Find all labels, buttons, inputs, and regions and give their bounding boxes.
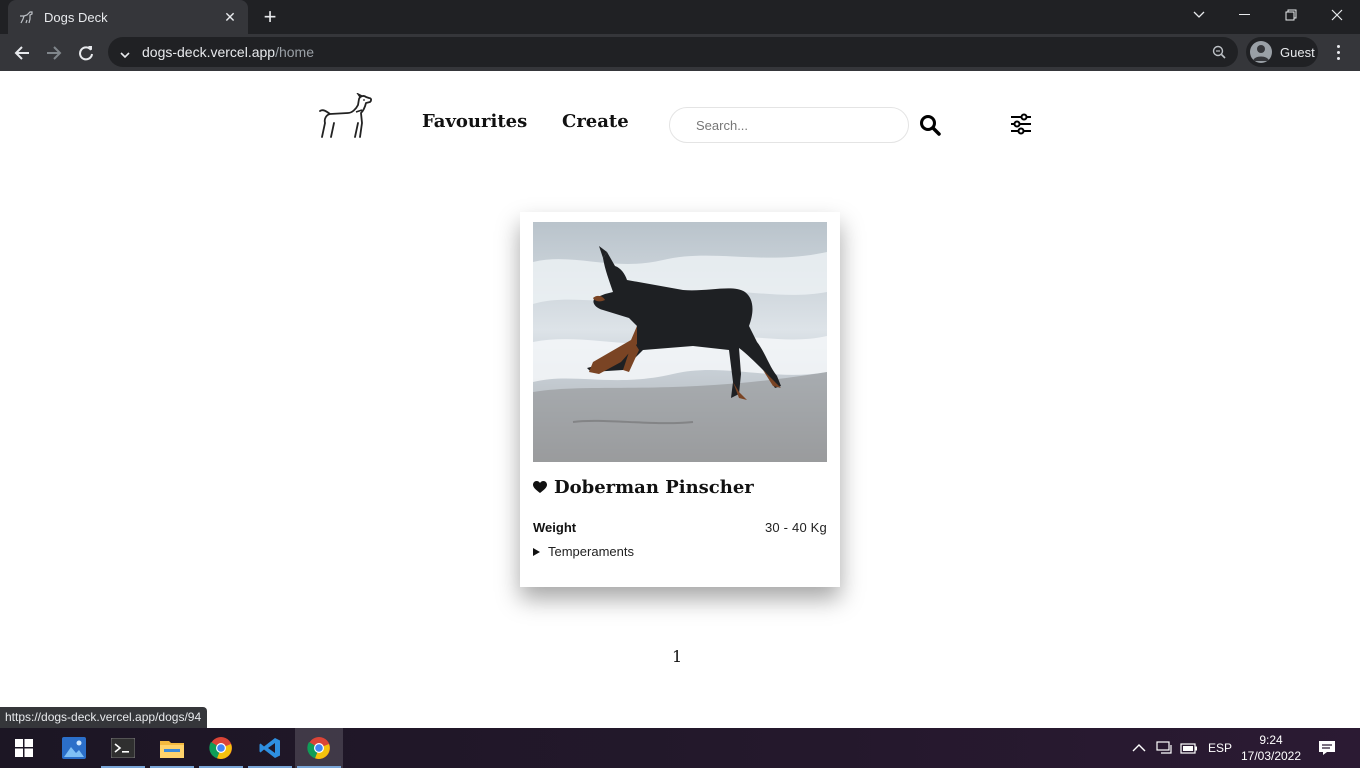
close-tab-icon[interactable]: ✕ — [222, 9, 238, 25]
tray-overflow-chevron-icon[interactable] — [1132, 728, 1146, 768]
chrome-active-window-icon[interactable] — [295, 728, 343, 768]
battery-icon[interactable] — [1180, 728, 1198, 768]
url-path: /home — [275, 44, 314, 60]
url-text: dogs-deck.vercel.app/home — [142, 44, 314, 60]
forward-arrow-icon[interactable] — [39, 38, 69, 68]
reload-icon[interactable] — [71, 38, 101, 68]
dog-card[interactable]: Doberman Pinscher Weight 30 - 40 Kg Temp… — [520, 212, 840, 587]
clock-date: 17/03/2022 — [1240, 749, 1302, 763]
nav-link-create[interactable]: Create — [562, 111, 629, 132]
pagination-page-1[interactable]: 1 — [672, 647, 682, 666]
browser-menu-icon[interactable] — [1328, 42, 1348, 62]
url-host: dogs-deck.vercel.app — [142, 44, 276, 60]
new-tab-button[interactable]: + — [258, 5, 282, 29]
browser-tab[interactable]: Dogs Deck ✕ — [8, 0, 248, 34]
tab-search-icon[interactable] — [1176, 0, 1222, 30]
zoom-icon[interactable] — [1212, 45, 1226, 64]
restore-window-icon[interactable] — [1268, 0, 1314, 30]
file-explorer-icon[interactable] — [148, 728, 196, 768]
dog-photo[interactable] — [533, 222, 827, 462]
browser-tab-bar: Dogs Deck ✕ + — [0, 0, 1360, 34]
avatar-icon — [1250, 41, 1272, 63]
browser-toolbar: dogs-deck.vercel.app/home Guest — [0, 34, 1360, 71]
notifications-icon[interactable] — [1318, 728, 1336, 768]
heart-icon[interactable] — [533, 481, 547, 494]
terminal-app-icon[interactable] — [99, 728, 147, 768]
network-icon[interactable] — [1156, 728, 1174, 768]
temperaments-label: Temperaments — [548, 544, 634, 559]
chrome-app-icon[interactable] — [197, 728, 245, 768]
filter-sliders-icon[interactable] — [1008, 111, 1034, 137]
dog-favicon-icon — [18, 9, 34, 25]
minimize-window-icon[interactable] — [1222, 0, 1268, 30]
windows-start-icon[interactable] — [0, 728, 48, 768]
weight-value: 30 - 40 Kg — [765, 520, 827, 535]
site-info-chevron-icon[interactable] — [120, 47, 130, 65]
dog-name[interactable]: Doberman Pinscher — [554, 477, 754, 498]
vscode-app-icon[interactable] — [246, 728, 294, 768]
weight-label: Weight — [533, 520, 577, 535]
link-status-bar: https://dogs-deck.vercel.app/dogs/94 — [0, 707, 208, 728]
system-clock[interactable]: 9:24 17/03/2022 — [1238, 732, 1304, 764]
back-arrow-icon[interactable] — [7, 38, 37, 68]
dog-logo-icon[interactable] — [318, 92, 374, 141]
temperaments-toggle[interactable]: Temperaments — [533, 544, 634, 559]
profile-label: Guest — [1280, 44, 1315, 60]
profile-button[interactable]: Guest — [1246, 37, 1318, 67]
disclosure-triangle-icon — [533, 547, 540, 556]
photos-app-icon[interactable] — [50, 728, 98, 768]
close-window-icon[interactable] — [1314, 0, 1360, 30]
page-content: Favourites Create Search... Doberman Pin… — [0, 71, 1360, 728]
dog-card-title: Doberman Pinscher — [533, 477, 754, 498]
clock-time: 9:24 — [1259, 733, 1283, 747]
os-taskbar: ESP 9:24 17/03/2022 — [0, 728, 1360, 768]
address-bar[interactable]: dogs-deck.vercel.app/home — [108, 37, 1238, 67]
nav-link-favourites[interactable]: Favourites — [422, 111, 527, 132]
tab-title: Dogs Deck — [44, 9, 108, 25]
search-icon[interactable] — [918, 113, 942, 137]
language-indicator[interactable]: ESP — [1208, 728, 1232, 768]
search-input[interactable] — [669, 107, 909, 143]
